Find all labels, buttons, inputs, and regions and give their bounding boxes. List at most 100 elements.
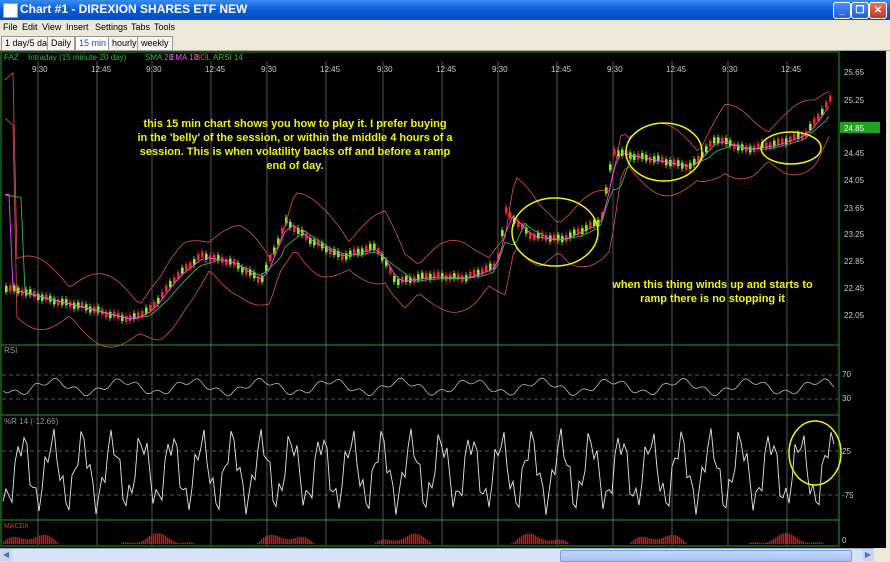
macd-bar [31, 538, 33, 544]
macd-bar [311, 541, 313, 544]
time-label: 12:45 [781, 65, 802, 74]
macd-bar [25, 539, 27, 544]
candle-body [5, 285, 8, 292]
macd-bar [651, 538, 653, 544]
candle-body [825, 101, 828, 108]
candle-body [733, 143, 736, 150]
macd-bar [559, 539, 561, 544]
macd-bar [555, 539, 557, 544]
macd-bar [751, 542, 753, 544]
macd-bar [161, 533, 163, 544]
macd-bar [17, 537, 19, 544]
macd-bar [137, 542, 139, 544]
rsi-line [2, 377, 835, 397]
tab-weekly[interactable]: weekly [137, 36, 173, 51]
chart-area[interactable]: FAZ Intraday (15 minute-20 day) SMA 20 E… [0, 51, 886, 548]
macd-bar [147, 537, 149, 544]
macd-bar [375, 542, 377, 544]
time-label: 9:30 [261, 65, 277, 74]
macd-bar [5, 539, 7, 544]
macd-bar [551, 540, 553, 544]
macd-bar [807, 542, 809, 544]
time-label: 12:45 [205, 65, 226, 74]
menu-tabs[interactable]: Tabs [131, 22, 150, 32]
candle-body [325, 246, 328, 253]
maximize-button[interactable]: ❐ [851, 2, 869, 19]
last-price-label: 24.85 [844, 124, 865, 133]
macd-bar [417, 533, 419, 544]
macd-bar [399, 539, 401, 544]
macd-bar [397, 540, 399, 544]
menu-tools[interactable]: Tools [154, 22, 175, 32]
time-label: 9:30 [32, 65, 48, 74]
candle-body [185, 264, 188, 271]
macd-bar [519, 537, 521, 544]
macd-bar [11, 536, 13, 544]
macd-bar [531, 533, 533, 544]
macd-bar [749, 542, 751, 544]
macd-bar [801, 540, 803, 544]
candle-body [709, 140, 712, 147]
candle-body [813, 118, 816, 125]
symbol-label: FAZ [4, 53, 19, 62]
macd-bar [409, 534, 411, 544]
macd-bar [431, 543, 433, 544]
macd-bar [41, 534, 43, 544]
time-label: 9:30 [492, 65, 508, 74]
menu-settings[interactable]: Settings [95, 22, 128, 32]
macd-bar [179, 542, 181, 544]
minimize-button[interactable]: _ [833, 2, 851, 19]
macd-bar [515, 540, 517, 544]
horizontal-scrollbar[interactable]: ◀ ▶ [0, 548, 874, 562]
scroll-left-icon[interactable]: ◀ [0, 549, 12, 561]
scrollbar-thumb[interactable] [560, 550, 852, 562]
macd-bar [159, 533, 161, 544]
tab-hourly[interactable]: hourly [108, 36, 141, 51]
macd-bar [565, 540, 567, 544]
price-axis: 25.65 25.25 24.85 24.45 24.05 23.65 23.25 22.85… [844, 68, 865, 320]
menu-file[interactable]: File [3, 22, 18, 32]
macd-bar [545, 540, 547, 544]
macd-bar [429, 541, 431, 544]
close-button[interactable]: ✕ [869, 2, 887, 19]
highlight-ellipse-2 [625, 122, 703, 182]
macd-bar [785, 533, 787, 544]
macd-bar [289, 539, 291, 544]
macd-bar [277, 536, 279, 544]
price-label: 24.45 [844, 149, 865, 158]
macd-bar [401, 538, 403, 544]
macd-bar [757, 542, 759, 544]
menu-insert[interactable]: Insert [66, 22, 89, 32]
macd-bar [403, 537, 405, 544]
macd-bar [165, 535, 167, 544]
tab-15min[interactable]: 15 min [75, 36, 111, 51]
candle-body [705, 146, 708, 153]
macd-bar [521, 535, 523, 544]
menu-edit[interactable]: Edit [22, 22, 38, 32]
rsi-axis-70: 70 [842, 370, 851, 379]
macd-bar [811, 542, 813, 544]
macd-bar [149, 536, 151, 544]
macd-bar [379, 540, 381, 544]
candle-body [817, 114, 820, 121]
time-label: 9:30 [607, 65, 623, 74]
macd-bar [549, 540, 551, 544]
macd-bar [123, 542, 125, 544]
candle-body [785, 138, 788, 145]
macd-bar [263, 537, 265, 544]
macd-bar [649, 538, 651, 544]
candle-body [373, 243, 376, 250]
tab-daily[interactable]: Daily [47, 36, 76, 51]
macd-bar [313, 542, 315, 544]
candle-body [429, 273, 432, 280]
macd-bar [415, 533, 417, 544]
macd-bar [645, 537, 647, 544]
macd-bar [19, 537, 21, 544]
macd-bar [821, 542, 823, 544]
menu-view[interactable]: View [42, 22, 61, 32]
macd-bar [269, 534, 271, 544]
macd-bar [173, 541, 175, 544]
macd-bar [423, 537, 425, 544]
bollinger-upper [4, 71, 830, 304]
scroll-right-icon[interactable]: ▶ [862, 549, 874, 561]
